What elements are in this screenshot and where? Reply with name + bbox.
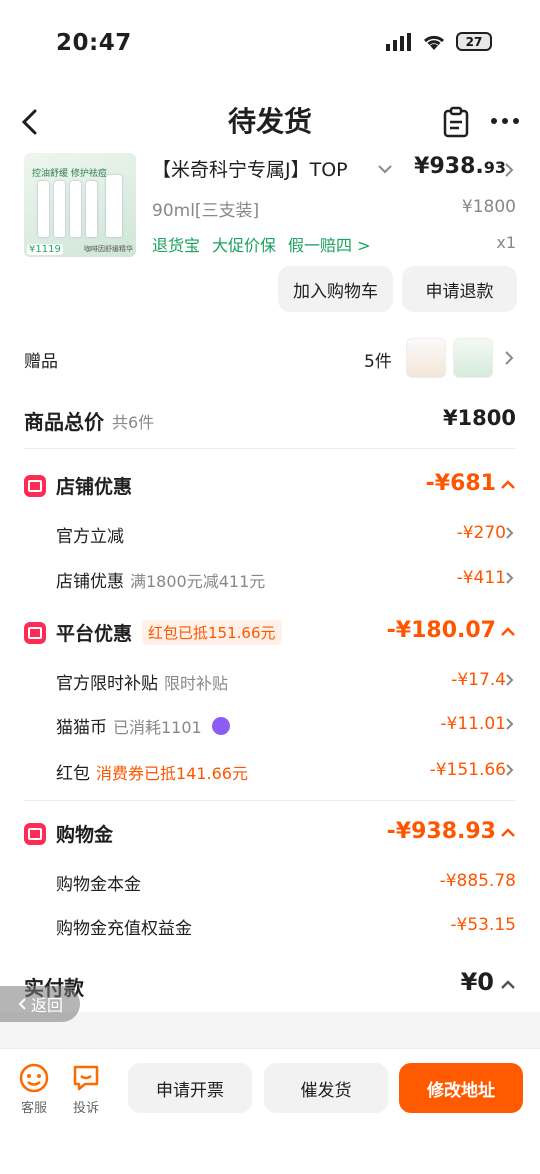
- urge-shipment-button[interactable]: 催发货: [264, 1063, 388, 1113]
- battery-icon: 27: [456, 32, 492, 51]
- gift-thumbnail-1[interactable]: [406, 338, 446, 378]
- discount-item-amount[interactable]: -¥11.01: [440, 714, 506, 734]
- discount-item: 官方限时补贴 限时补贴: [56, 669, 229, 695]
- shopping-gold-title: 购物金: [56, 824, 114, 846]
- paid-amount: ¥0: [460, 968, 494, 996]
- customer-service-label: 客服: [20, 1101, 47, 1116]
- total-count: 共6件: [112, 412, 155, 432]
- cat-coin-icon: [211, 716, 230, 735]
- platform-discount-title: 平台优惠: [56, 623, 133, 645]
- customer-service-button[interactable]: 客服: [14, 1063, 54, 1116]
- product-spec: 90ml[三支装]: [152, 201, 260, 221]
- clipboard-icon[interactable]: [443, 106, 469, 138]
- complain-label: 投诉: [72, 1101, 99, 1116]
- wifi-icon: [423, 35, 445, 50]
- gift-thumbnail-2[interactable]: [453, 338, 493, 378]
- chevron-right-icon[interactable]: [505, 763, 514, 777]
- gold-item-label: 购物金本金: [56, 875, 141, 895]
- store-discount-amount: -¥681: [425, 471, 496, 496]
- gift-label: 赠品: [24, 352, 58, 372]
- chevron-up-icon[interactable]: [500, 627, 516, 637]
- discount-item: 店铺优惠 满1800元减411元: [56, 567, 266, 593]
- product-price: ¥938.93: [414, 154, 506, 179]
- chevron-right-icon[interactable]: [505, 673, 514, 687]
- more-icon[interactable]: [490, 117, 520, 125]
- divider: [24, 448, 516, 449]
- total-label: 商品总价: [24, 410, 104, 434]
- chevron-up-icon[interactable]: [500, 828, 516, 838]
- price-integer: ¥938.: [414, 154, 484, 179]
- floating-back-button[interactable]: 返回: [0, 986, 80, 1022]
- chevron-up-icon[interactable]: [500, 980, 516, 990]
- price-decimal: 93: [483, 158, 506, 177]
- discount-item-amount[interactable]: -¥270: [457, 523, 506, 543]
- status-time: 20:47: [56, 30, 132, 56]
- gold-item-label: 购物金充值权益金: [56, 919, 192, 939]
- service-return-insurance: 退货宝: [152, 236, 201, 255]
- discount-item-label: 官方立减: [56, 527, 124, 547]
- chevron-up-icon[interactable]: [500, 480, 516, 490]
- gold-item-amount: -¥885.78: [439, 871, 516, 891]
- discount-item-amount[interactable]: -¥411: [457, 568, 506, 588]
- platform-icon: [24, 621, 46, 644]
- store-icon: [24, 474, 46, 497]
- bottom-action-bar: 客服 投诉 申请开票 催发货 修改地址: [0, 1048, 540, 1174]
- chevron-right-icon[interactable]: [504, 162, 514, 178]
- discount-item-label: 红包: [56, 764, 90, 784]
- platform-discount-header[interactable]: 平台优惠 红包已抵151.66元: [24, 619, 282, 646]
- shopping-bag-icon: [24, 822, 46, 845]
- product-thumbnail[interactable]: 控油舒缓 修护祛痘 ¥1119 咖啡因舒缓精华: [24, 153, 136, 257]
- red-packet-tag: 红包已抵151.66元: [142, 620, 282, 645]
- product-quantity: x1: [496, 233, 516, 252]
- invoice-button[interactable]: 申请开票: [128, 1063, 252, 1113]
- service-price-protect: 大促价保: [212, 236, 277, 255]
- chevron-left-icon: [18, 998, 26, 1010]
- gold-item-amount: -¥53.15: [450, 915, 516, 935]
- complain-button[interactable]: 投诉: [66, 1063, 106, 1116]
- status-icons: 27: [386, 32, 492, 51]
- gift-count[interactable]: 5件: [364, 347, 392, 372]
- original-price: ¥1800: [461, 197, 516, 217]
- discount-item: 猫猫币 已消耗1101: [56, 713, 230, 738]
- discount-item-label: 官方限时补贴: [56, 674, 158, 694]
- discount-item-amount[interactable]: -¥151.66: [430, 760, 506, 780]
- discount-item-note: 已消耗1101: [113, 717, 202, 737]
- chevron-right-icon[interactable]: [504, 350, 514, 366]
- shopping-gold-header[interactable]: 购物金: [24, 820, 113, 847]
- store-discount-title: 店铺优惠: [56, 476, 133, 498]
- chevron-right-icon[interactable]: [505, 571, 514, 585]
- total-row: 商品总价 共6件: [24, 406, 154, 435]
- battery-level: 27: [465, 34, 483, 49]
- thumbnail-price: ¥1119: [27, 244, 63, 255]
- discount-item-label: 猫猫币: [56, 718, 107, 738]
- thumbnail-tagline: 控油舒缓 修护祛痘: [32, 169, 107, 179]
- complain-icon: [73, 1065, 99, 1091]
- chevron-right-icon[interactable]: [505, 717, 514, 731]
- signal-icon: [386, 32, 411, 51]
- discount-item: 红包 消费券已抵141.66元: [56, 759, 248, 785]
- discount-item-label: 店铺优惠: [56, 572, 124, 592]
- refund-button[interactable]: 申请退款: [402, 266, 517, 312]
- thumbnail-desc: 咖啡因舒缓精华: [84, 245, 133, 253]
- chevron-down-icon[interactable]: [378, 164, 392, 174]
- floating-back-label: 返回: [30, 996, 63, 1015]
- product-title[interactable]: 【米奇科宁专属J】TOP: [152, 155, 382, 182]
- add-to-cart-button[interactable]: 加入购物车: [278, 266, 393, 312]
- total-amount: ¥1800: [442, 406, 516, 430]
- shopping-gold-amount: -¥938.93: [386, 819, 496, 844]
- chevron-right-icon[interactable]: [505, 526, 514, 540]
- store-discount-header[interactable]: 店铺优惠: [24, 472, 132, 499]
- discount-item-note: 满1800元减411元: [130, 571, 266, 591]
- discount-item-amount[interactable]: -¥17.4: [451, 670, 506, 690]
- section-gap: [0, 1012, 540, 1048]
- modify-address-button[interactable]: 修改地址: [399, 1063, 523, 1113]
- product-services[interactable]: 退货宝 大促价保 假一赔四 >: [152, 232, 371, 256]
- customer-service-icon: [19, 1063, 49, 1093]
- service-fake-compensate: 假一赔四 >: [288, 236, 371, 255]
- divider: [24, 800, 516, 801]
- platform-discount-amount: -¥180.07: [386, 618, 496, 643]
- discount-item-note: 限时补贴: [164, 673, 229, 693]
- discount-item-note: 消费券已抵141.66元: [96, 763, 248, 783]
